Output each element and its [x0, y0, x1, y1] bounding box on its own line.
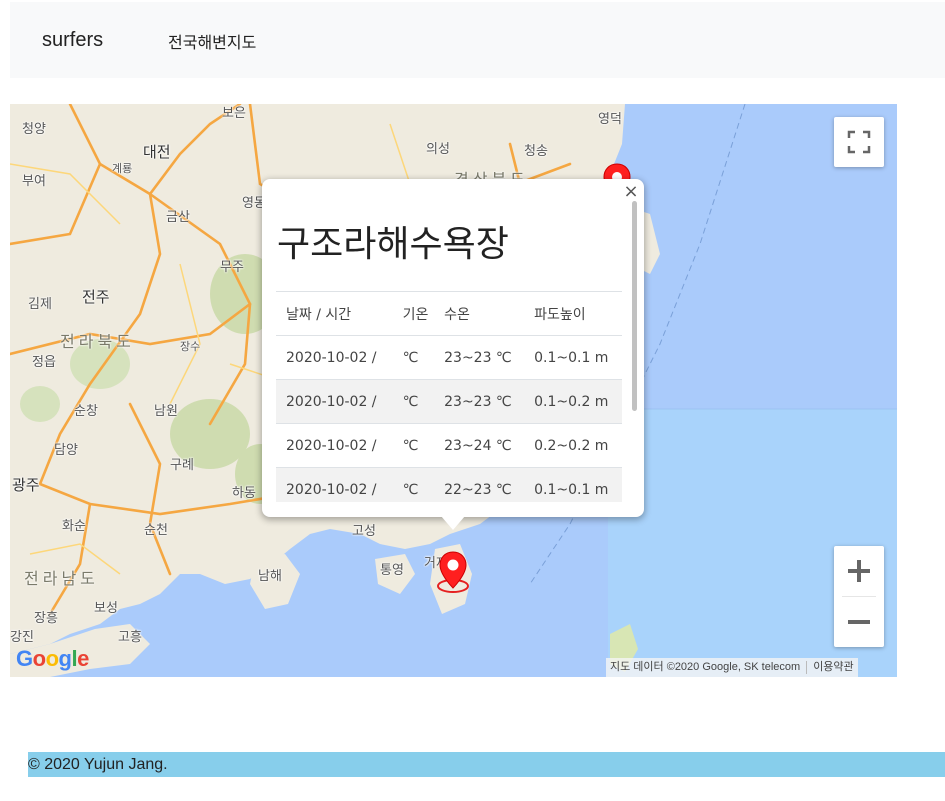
cell-air-temp: ℃	[392, 423, 435, 468]
place-label: 의성	[426, 141, 450, 156]
beach-title: 구조라해수욕장	[277, 224, 509, 265]
info-window: 구조라해수욕장 날짜 / 시간 기온 수온 파도높이 2020-10-02 / …	[262, 179, 644, 517]
place-label: 구례	[170, 457, 194, 472]
column-header-air-temp: 기온	[392, 291, 435, 336]
fullscreen-button[interactable]	[834, 117, 884, 167]
place-label: 화순	[62, 518, 86, 533]
plus-icon	[848, 560, 870, 582]
minus-icon	[848, 620, 870, 624]
place-label: 보은	[222, 105, 246, 120]
cell-datetime: 2020-10-02 /	[276, 467, 393, 502]
cell-air-temp: ℃	[392, 335, 435, 380]
table-row: 2020-10-02 / ℃ 22~23 ℃ 0.1~0.1 m	[276, 467, 622, 502]
place-label: 고흥	[118, 629, 142, 644]
place-label: 보성	[94, 600, 118, 615]
google-logo[interactable]: Google	[16, 646, 89, 672]
table-header-row: 날짜 / 시간 기온 수온 파도높이	[276, 291, 622, 336]
column-header-datetime: 날짜 / 시간	[276, 291, 393, 336]
terms-link[interactable]: 이용약관	[813, 661, 853, 673]
place-label: 김제	[28, 296, 52, 311]
cell-water-temp: 22~23 ℃	[434, 467, 525, 502]
place-label: 금산	[166, 209, 190, 224]
fullscreen-icon	[847, 130, 871, 154]
info-window-scrollbar[interactable]	[632, 201, 637, 411]
nav-link-beach-map[interactable]: 전국해변지도	[168, 29, 256, 53]
cell-datetime: 2020-10-02 /	[276, 335, 393, 380]
cell-datetime: 2020-10-02 /	[276, 423, 393, 468]
table-row: 2020-10-02 / ℃ 23~24 ℃ 0.2~0.2 m	[276, 423, 622, 468]
footer: © 2020 Yujun Jang.	[28, 752, 945, 777]
place-label: 고성	[352, 523, 376, 538]
place-label: 강진	[10, 629, 34, 644]
table-row: 2020-10-02 / ℃ 23~23 ℃ 0.1~0.2 m	[276, 379, 622, 424]
beach-marker-icon[interactable]	[435, 550, 471, 596]
cell-water-temp: 23~23 ℃	[434, 379, 525, 424]
map-attribution: 지도 데이터 ©2020 Google, SK telecom 이용약관	[606, 658, 858, 677]
cell-water-temp: 23~23 ℃	[434, 335, 525, 380]
place-label: 대전	[143, 144, 171, 161]
info-window-content[interactable]: 구조라해수욕장 날짜 / 시간 기온 수온 파도높이 2020-10-02 / …	[262, 179, 644, 502]
region-label: 전라남도	[24, 571, 99, 588]
place-label: 장수	[180, 341, 201, 353]
column-header-wave-height: 파도높이	[524, 291, 622, 336]
place-label: 하동	[232, 485, 256, 500]
place-label: 순창	[74, 403, 98, 418]
forecast-table: 날짜 / 시간 기온 수온 파도높이 2020-10-02 / ℃ 23~23 …	[276, 291, 622, 502]
cell-datetime: 2020-10-02 /	[276, 379, 393, 424]
cell-water-temp: 23~24 ℃	[434, 423, 525, 468]
cell-air-temp: ℃	[392, 467, 435, 502]
cell-wave-height: 0.1~0.2 m	[524, 379, 622, 424]
column-header-water-temp: 수온	[434, 291, 525, 336]
zoom-control	[834, 546, 884, 647]
place-label: 장흥	[34, 610, 58, 625]
zoom-out-button[interactable]	[834, 597, 884, 647]
info-window-pointer	[441, 516, 465, 530]
place-label: 계룡	[112, 163, 133, 175]
place-label: 청양	[22, 121, 46, 136]
close-icon[interactable]: ×	[622, 183, 640, 201]
place-label: 남해	[258, 568, 282, 583]
place-label: 전주	[82, 289, 110, 306]
place-label: 영덕	[598, 111, 622, 126]
zoom-in-button[interactable]	[834, 546, 884, 596]
cell-wave-height: 0.2~0.2 m	[524, 423, 622, 468]
place-label: 담양	[54, 442, 78, 457]
brand-link[interactable]: surfers	[42, 29, 103, 52]
attribution-text: 지도 데이터 ©2020 Google, SK telecom	[610, 661, 801, 673]
cell-wave-height: 0.1~0.1 m	[524, 335, 622, 380]
table-row: 2020-10-02 / ℃ 23~23 ℃ 0.1~0.1 m	[276, 335, 622, 380]
navbar: surfers 전국해변지도	[10, 2, 945, 78]
place-label: 청송	[524, 143, 548, 158]
place-label: 광주	[12, 477, 40, 494]
place-label: 남원	[154, 403, 178, 418]
region-label: 전라북도	[60, 334, 135, 351]
place-label: 정읍	[32, 354, 56, 369]
place-label: 무주	[220, 259, 244, 274]
place-label: 부여	[22, 173, 46, 188]
cell-wave-height: 0.1~0.1 m	[524, 467, 622, 502]
place-label: 통영	[380, 562, 404, 577]
place-label: 순천	[144, 522, 168, 537]
cell-air-temp: ℃	[392, 379, 435, 424]
